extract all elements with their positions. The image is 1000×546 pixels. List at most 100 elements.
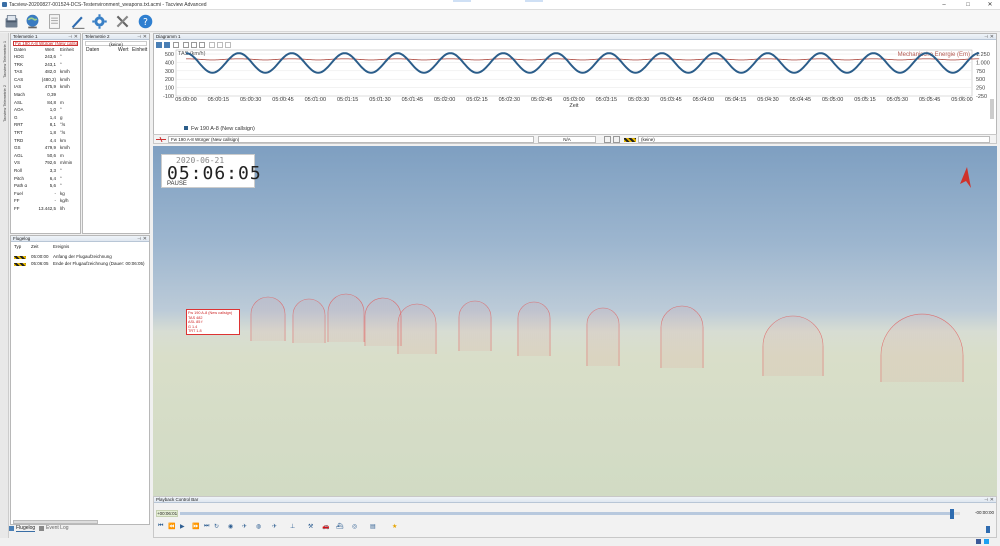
loop-icon[interactable]: ↻ — [214, 523, 219, 530]
row-value: 475,9 — [44, 84, 56, 90]
settings-gear-icon[interactable] — [90, 12, 108, 30]
link-icon[interactable] — [604, 136, 611, 143]
row-label: HDG — [14, 54, 24, 59]
pin-icon[interactable]: ⊣ — [68, 34, 72, 40]
open-file-icon[interactable] — [2, 12, 20, 30]
table-row: G 1,4 g — [11, 115, 82, 122]
row-unit: km/h — [60, 69, 70, 75]
x-axis-label: Zeit — [569, 103, 579, 109]
skip-end-icon[interactable]: ⏭ — [204, 523, 209, 530]
row-value: 1,0 — [49, 107, 56, 113]
side-tab-telemetry-2[interactable]: Tacview Telemetrie 2 — [1, 83, 8, 123]
ruler-icon[interactable]: ⊥ — [290, 523, 295, 530]
horizontal-scrollbar[interactable] — [13, 520, 98, 524]
object-select[interactable]: (keine) — [85, 41, 147, 47]
trail-loop — [458, 300, 492, 351]
timeline-handle[interactable] — [950, 509, 955, 519]
globe-view-icon[interactable]: ◍ — [256, 523, 261, 530]
diagram-panel: Diagramm 1 ⊣ ✕ TAS (km/h) Mechanische Ener… — [153, 33, 997, 135]
label-line: TRT 1.8 — [188, 329, 202, 334]
close-icon[interactable]: ✕ — [143, 236, 147, 242]
table-row: VS 792,6 m/min — [11, 160, 82, 167]
event-type-icon — [14, 262, 26, 266]
close-icon[interactable]: ✕ — [990, 497, 994, 503]
row-label: CAS — [14, 76, 24, 82]
volume-icon[interactable] — [984, 525, 992, 534]
close-button[interactable]: ✕ — [982, 1, 998, 9]
tab-flightlog[interactable]: Flugelog — [16, 525, 36, 532]
radar-icon[interactable]: ◎ — [352, 523, 357, 530]
3d-viewport[interactable]: 2020-06-21 05:06:05 PAUSE Fw 190 A-8 (Ne… — [153, 146, 997, 496]
trail-loop — [250, 296, 286, 341]
panel-title: Telemetrie 1 — [13, 34, 38, 39]
table-row: IAS 475,9 km/h — [11, 84, 82, 91]
row-unit: ° — [60, 183, 62, 189]
tertiary-object-select[interactable]: (keine) — [638, 136, 990, 143]
row-label: AGL — [14, 152, 24, 158]
aircraft-view-icon[interactable]: ✈ — [242, 523, 247, 530]
trail-loop — [292, 298, 326, 343]
playback-start-time: +00:06:01 — [156, 510, 178, 517]
star-icon[interactable]: ★ — [392, 523, 397, 530]
primary-object-select[interactable]: Fw 190 A-8 Würger (New callsign) — [168, 136, 534, 143]
close-icon[interactable]: ✕ — [990, 34, 994, 40]
y2-tick-label: 500 — [976, 77, 985, 83]
object-type-icon — [624, 137, 636, 142]
vehicle-icon[interactable]: 🚗 — [322, 523, 329, 530]
side-tab-telemetry-1[interactable]: Tacview Telemetrie 1 — [1, 39, 8, 79]
trail-loop — [586, 307, 620, 366]
ship-icon[interactable]: ⛴ — [336, 523, 344, 530]
pencil-icon[interactable] — [69, 12, 87, 30]
row-label: RRT — [14, 122, 24, 128]
title-bar: Tacview-20200827-001524-DCS-Testenvironm… — [0, 0, 1000, 10]
table-row: TAS 482,0 km/h — [11, 69, 82, 76]
maximize-button[interactable]: □ — [960, 1, 976, 9]
table-row: FF 13.442,5 l/h — [11, 206, 82, 213]
tools-icon[interactable]: ⚒ — [308, 523, 313, 530]
object-select[interactable]: Fw 190 A-8 Würger (New callsi... — [13, 41, 78, 46]
document-icon[interactable] — [45, 12, 63, 30]
twitter-icon[interactable] — [984, 539, 989, 544]
help-icon[interactable]: ? — [136, 12, 154, 30]
tab-event-log[interactable]: Event Log — [46, 525, 69, 531]
aircraft-label-box[interactable]: Fw 190 A-8 (New callsign) TAS 482 ASL 85… — [186, 309, 240, 335]
diagram-chart: TAS (km/h) Mechanische Energie (Em) Zeit… — [163, 49, 990, 132]
titlebar-highlight — [525, 0, 543, 2]
table-row: TRD 4,4 km — [11, 138, 82, 145]
vertical-scrollbar[interactable] — [990, 99, 994, 119]
pin-icon[interactable]: ⊣ — [137, 236, 141, 242]
pin-icon[interactable]: ⊣ — [984, 34, 988, 40]
legend-swatch — [184, 126, 188, 130]
pin-icon[interactable]: ⊣ — [137, 34, 141, 40]
step-forward-icon[interactable]: ⏩ — [192, 523, 199, 530]
globe-icon[interactable] — [23, 12, 41, 30]
event-text: Ende der Flugaufzeichnung (Dauer: 00:06:… — [53, 261, 145, 266]
row-value: 792,6 — [44, 160, 56, 166]
skip-start-icon[interactable]: ⏮ — [158, 523, 163, 530]
row-value: 0,39 — [47, 92, 56, 97]
timeline-progress — [180, 512, 953, 515]
layout-icon[interactable]: ▤ — [370, 523, 376, 530]
step-back-icon[interactable]: ⏪ — [168, 523, 175, 530]
playback-controls: ⏮ ⏪ ▶ ⏩ ⏭ ↻ ◉ ✈ ◍ ✈ ⊥ ⚒ 🚗 ⛴ ◎ ▤ ★ — [156, 523, 476, 533]
facebook-icon[interactable] — [976, 539, 981, 544]
row-unit: km/h — [60, 145, 70, 151]
minimize-button[interactable]: – — [936, 1, 952, 9]
close-icon[interactable]: ✕ — [143, 34, 147, 40]
play-icon[interactable]: ▶ — [180, 523, 185, 530]
svg-text:?: ? — [143, 16, 148, 27]
table-row: RRT 8,1 °/s — [11, 122, 82, 129]
row-unit: ° — [60, 61, 62, 67]
pin-icon[interactable]: ⊣ — [984, 497, 988, 503]
list-item[interactable]: 05:00:00 Anfang der Flugaufzeichnung — [11, 254, 151, 261]
secondary-object-select[interactable]: N/A — [538, 136, 596, 143]
camera-icon[interactable]: ◉ — [228, 523, 233, 530]
close-icon[interactable]: ✕ — [74, 34, 78, 40]
trail-loop — [880, 313, 964, 382]
chase-view-icon[interactable]: ✈ — [272, 523, 277, 530]
swap-icon[interactable] — [613, 136, 620, 143]
y-tick-label: 500 — [165, 52, 174, 58]
list-item[interactable]: 05:06:05 Ende der Flugaufzeichnung (Daue… — [11, 261, 151, 268]
tools-icon[interactable] — [113, 12, 131, 30]
trail-loop — [327, 293, 365, 342]
